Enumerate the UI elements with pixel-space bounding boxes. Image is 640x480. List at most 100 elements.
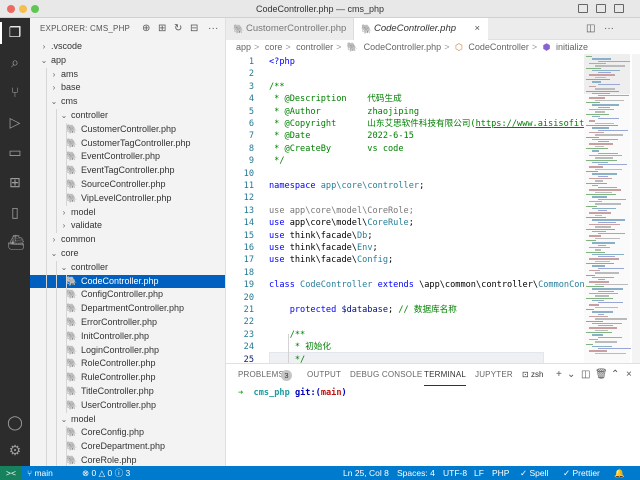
collapse-all-icon[interactable]: ⊟ — [190, 23, 199, 34]
new-folder-icon[interactable]: ⊞ — [158, 23, 167, 34]
terminal-dropdown-icon[interactable]: ⌄ — [567, 369, 575, 380]
file-item[interactable]: 🐘 LoginController.php — [30, 343, 225, 358]
code-line[interactable]: 19 class CodeController extends \app\comm… — [226, 279, 611, 291]
tab-terminal[interactable]: TERMINAL — [424, 364, 467, 386]
refresh-icon[interactable]: ↻ — [174, 23, 183, 34]
split-terminal-icon[interactable]: ◫ — [581, 369, 590, 380]
folder-item[interactable]: › common — [30, 233, 225, 247]
cursor-position[interactable]: Ln 25, Col 8 — [343, 466, 389, 480]
file-item[interactable]: 🐘 UserController.php — [30, 398, 225, 413]
code-line[interactable]: 21 protected $database; // 数据库名称 — [226, 304, 586, 316]
breadcrumb-method[interactable]: initialize — [556, 42, 588, 52]
toggle-sidebar-icon[interactable] — [578, 4, 588, 13]
file-item[interactable]: 🐘 CustomerTagController.php — [30, 136, 225, 151]
notifications-bell-icon[interactable]: 🔔 — [614, 466, 625, 480]
code-line[interactable]: 25 */ — [226, 354, 586, 363]
maximize-panel-icon[interactable]: ⌃ — [611, 369, 619, 380]
file-item[interactable]: 🐘 CodeController.php — [30, 274, 225, 289]
folder-item[interactable]: › validate — [30, 219, 225, 234]
folder-item[interactable]: ⌄ controller — [30, 260, 225, 275]
extensions-icon[interactable]: ⊞ — [7, 174, 23, 190]
close-panel-icon[interactable]: × — [626, 369, 632, 380]
tab-jupyter[interactable]: JUPYTER — [475, 364, 513, 386]
folder-item[interactable]: › .vscode — [30, 40, 225, 54]
encoding[interactable]: UTF-8 — [443, 466, 467, 480]
docker-icon[interactable]: ⛴ — [7, 234, 25, 250]
toggle-panel-icon[interactable] — [596, 4, 606, 13]
file-item[interactable]: 🐘 SourceController.php — [30, 177, 225, 192]
code-line[interactable]: 9 */ — [226, 155, 586, 167]
file-item[interactable]: 🐘 VipLevelController.php — [30, 191, 225, 206]
end-of-line[interactable]: LF — [474, 466, 484, 480]
code-line[interactable]: 10 — [226, 168, 586, 180]
code-line[interactable]: 18 — [226, 267, 586, 279]
tab-code-controller[interactable]: 🐘 CodeController.php × — [354, 18, 488, 40]
settings-gear-icon[interactable]: ⚙ — [7, 442, 23, 458]
code-line[interactable]: 23 /** — [226, 329, 586, 341]
file-item[interactable]: 🐘 RuleController.php — [30, 371, 225, 385]
language-mode[interactable]: PHP — [492, 466, 509, 480]
breadcrumb-controller[interactable]: controller — [296, 42, 333, 52]
code-line[interactable]: 24 * 初始化 — [226, 341, 586, 353]
more-actions-icon[interactable]: ··· — [604, 23, 614, 34]
folder-item[interactable]: › base — [30, 81, 225, 96]
toggle-secondary-sidebar-icon[interactable] — [614, 4, 624, 13]
kill-terminal-icon[interactable]: 🗑 — [595, 369, 608, 380]
source-control-icon[interactable]: ⑂ — [7, 84, 23, 100]
code-line[interactable]: 20 — [226, 292, 586, 304]
tab-problems[interactable]: PROBLEMS — [238, 364, 284, 386]
code-line[interactable]: 16 use think\facade\Env; — [226, 242, 586, 254]
new-terminal-icon[interactable]: + — [556, 369, 562, 380]
code-line[interactable]: 8 * @CreateBy vs code — [226, 143, 586, 155]
code-line[interactable]: 12 — [226, 192, 586, 204]
tab-customer-controller[interactable]: 🐘 CustomerController.php — [226, 18, 354, 40]
breadcrumb-class[interactable]: CodeController — [468, 42, 529, 52]
file-item[interactable]: 🐘 DepartmentController.php — [30, 302, 225, 316]
code-line[interactable]: 22 — [226, 316, 586, 328]
split-editor-icon[interactable]: ◫ — [586, 23, 595, 34]
breadcrumb-app[interactable]: app — [236, 42, 251, 52]
tab-debug-console[interactable]: DEBUG CONSOLE — [350, 364, 422, 386]
folder-item[interactable]: ⌄ cms — [30, 95, 225, 109]
file-item[interactable]: 🐘 RoleController.php — [30, 357, 225, 372]
file-item[interactable]: 🐘 CoreDepartment.php — [30, 440, 225, 454]
spell-check[interactable]: ✓ Spell — [520, 466, 548, 480]
breadcrumb-file[interactable]: CodeController.php — [364, 42, 442, 52]
code-line[interactable]: 3 /** — [226, 81, 586, 93]
code-line[interactable]: 2 — [226, 68, 586, 80]
file-item[interactable]: 🐘 ConfigController.php — [30, 288, 225, 303]
prettier-status[interactable]: ✓ Prettier — [563, 466, 600, 480]
code-line[interactable]: 5 * @Author zhaojiping — [226, 106, 586, 118]
code-line[interactable]: 6 * @Copyright 山东艾思软件科技有限公司(https://www.… — [226, 118, 605, 130]
testing-icon[interactable]: ▯ — [7, 204, 23, 220]
close-tab-icon[interactable]: × — [474, 18, 480, 40]
code-line[interactable]: 15 use think\facade\Db; — [226, 230, 586, 242]
folder-item[interactable]: ⌄ controller — [30, 108, 225, 123]
code-line[interactable]: 1 <?php — [226, 56, 586, 68]
code-line[interactable]: 4 * @Description 代码生成 — [226, 93, 586, 105]
breadcrumb-core[interactable]: core — [265, 42, 283, 52]
file-item[interactable]: 🐘 EventTagController.php — [30, 164, 225, 178]
file-item[interactable]: 🐘 CustomerController.php — [30, 122, 225, 137]
editor-scrollbar[interactable] — [632, 54, 640, 363]
folder-item[interactable]: ⌄ core — [30, 246, 225, 261]
new-file-icon[interactable]: ⊕ — [142, 23, 151, 34]
files-icon[interactable]: ❐ — [7, 24, 23, 40]
code-line[interactable]: 14 use app\core\model\CoreRule; — [226, 217, 586, 229]
problems-indicator[interactable]: ⊗ 0 △ 0 ⓘ 3 — [82, 466, 130, 480]
file-item[interactable]: 🐘 ErrorController.php — [30, 315, 225, 330]
indentation[interactable]: Spaces: 4 — [397, 466, 435, 480]
minimap[interactable] — [584, 54, 631, 363]
folder-item[interactable]: ⌄ model — [30, 412, 225, 427]
file-item[interactable]: 🐘 TitleController.php — [30, 384, 225, 399]
more-actions-icon[interactable]: ··· — [208, 23, 219, 34]
code-line[interactable]: 17 use think\facade\Config; — [226, 254, 586, 266]
remote-explorer-icon[interactable]: ▭ — [7, 144, 23, 160]
file-item[interactable]: 🐘 EventController.php — [30, 150, 225, 165]
file-item[interactable]: 🐘 CoreRole.php — [30, 453, 225, 466]
terminal-prompt[interactable]: ➜ cms_php git:(main) — [238, 388, 347, 398]
code-line[interactable]: 11 namespace app\core\controller; — [226, 180, 586, 192]
code-editor[interactable]: 1 <?php 2 3/** 4 * @Description 代码生成 5 * @Aut… — [226, 54, 640, 363]
remote-indicator[interactable]: >< — [0, 466, 22, 480]
file-item[interactable]: 🐘 InitController.php — [30, 329, 225, 344]
